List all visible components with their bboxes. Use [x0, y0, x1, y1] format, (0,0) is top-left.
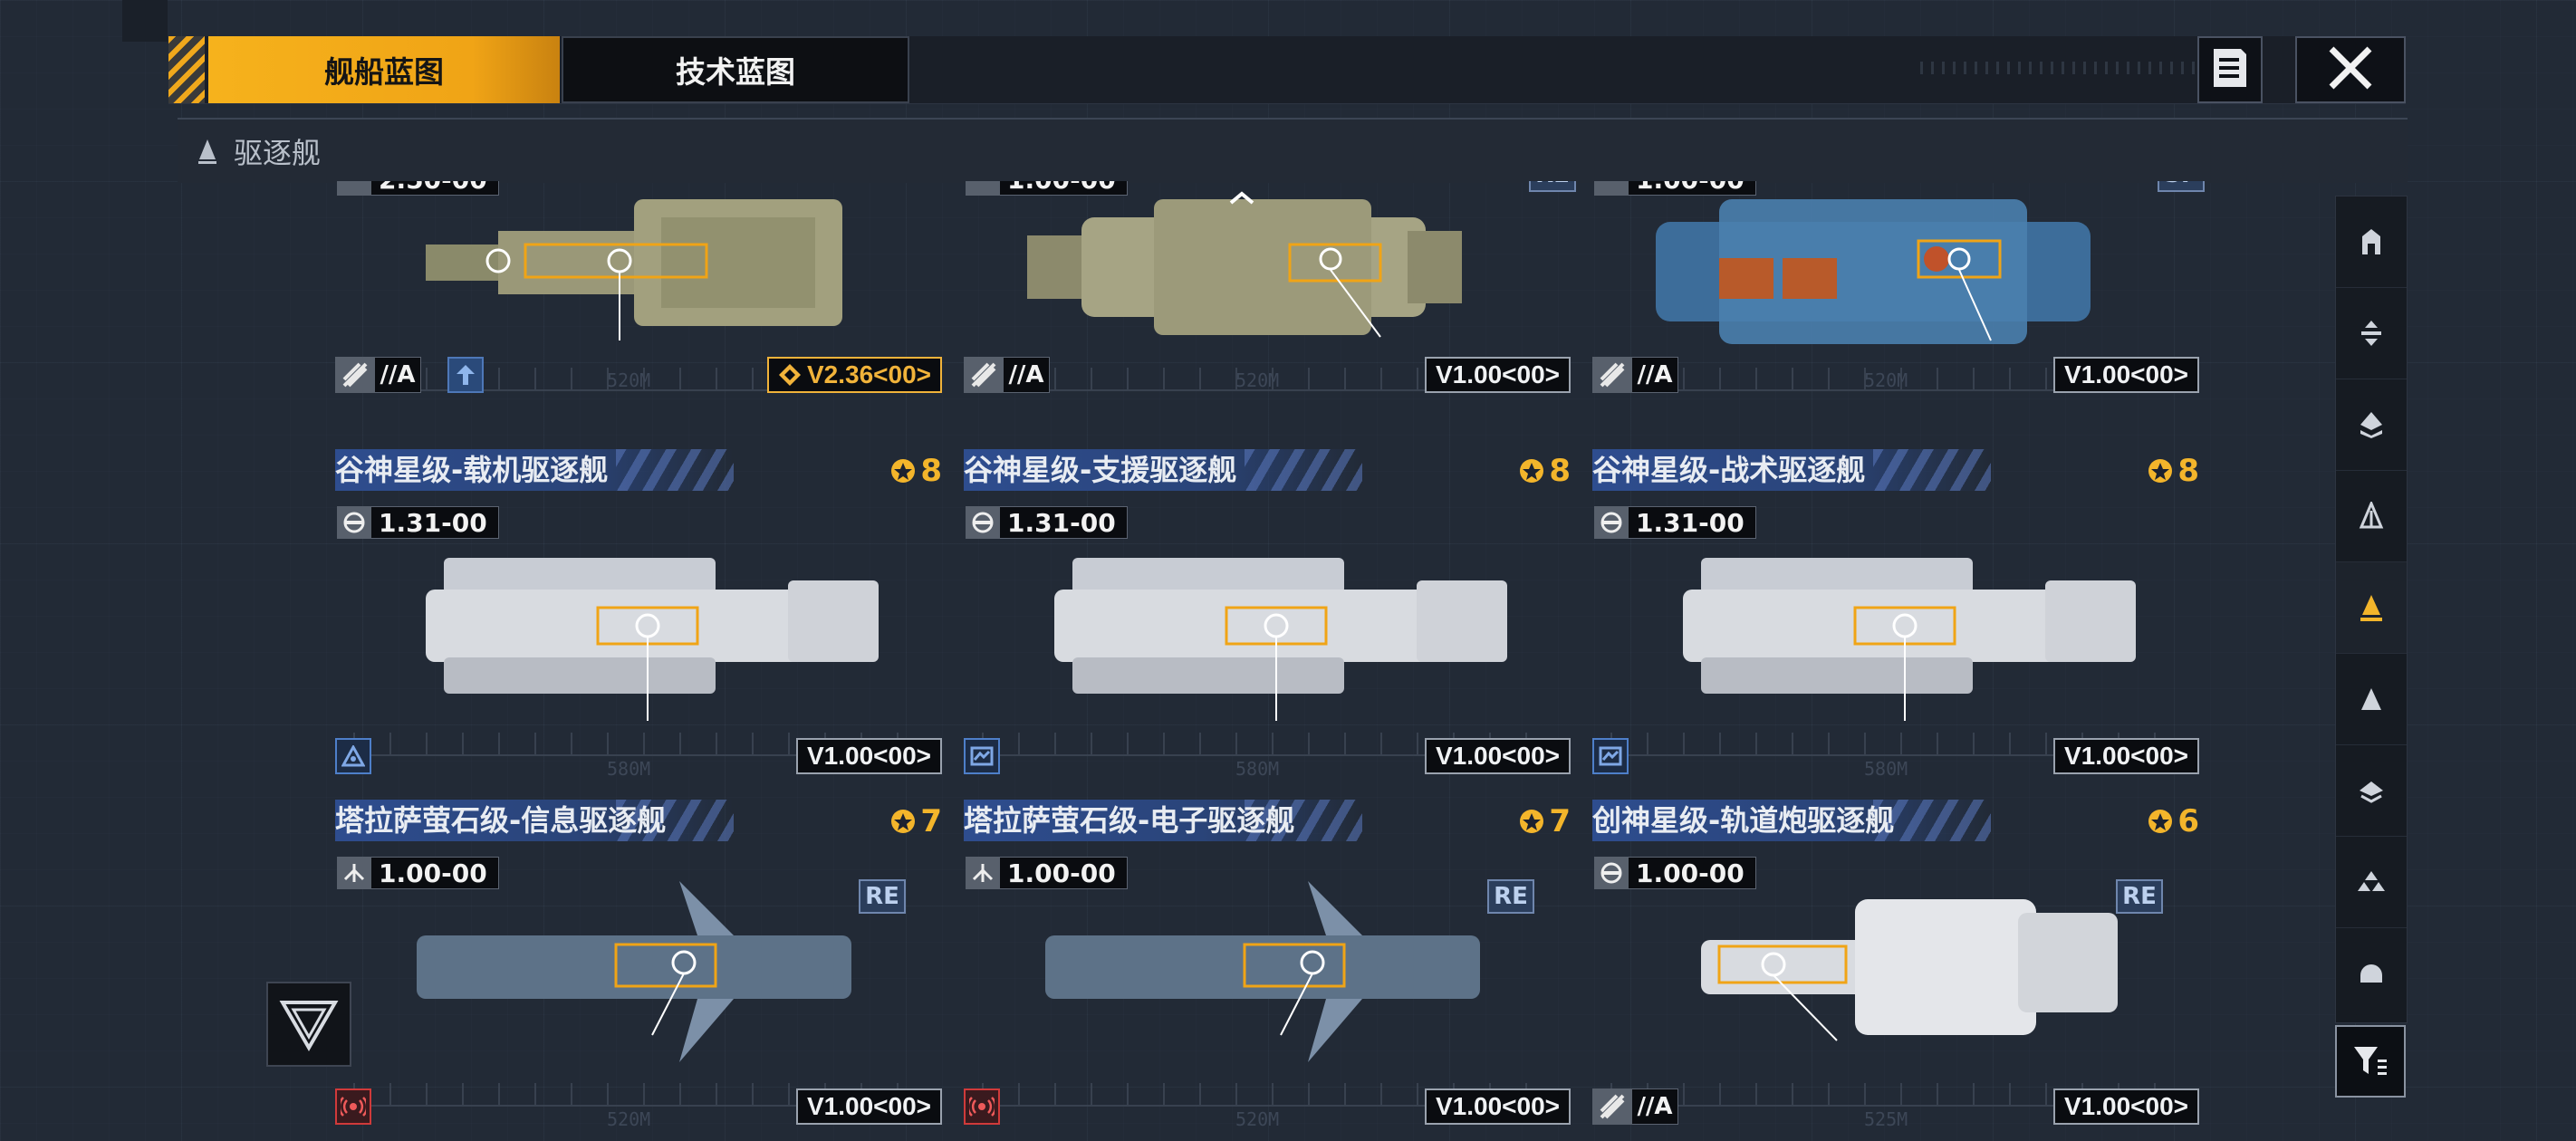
ship-card[interactable]: 1.00-00 SP 520M //A V1.00<00> — [1592, 181, 2208, 417]
cruiser-icon — [2360, 412, 2382, 438]
class-indicator: //A — [335, 357, 421, 393]
version-label: V1.00<00> — [1424, 1088, 1571, 1125]
ship-blueprint-grid: 2.50-00 520M //A V2.36<00> — [178, 181, 2337, 1141]
version-label: V1.00<00> — [2052, 738, 2199, 774]
triangle-emblem-icon — [279, 1001, 339, 1051]
ship-card[interactable]: 谷神星级-载机驱逐舰 8 1.31-00 580M V1.00<00> — [335, 449, 951, 789]
destroyer-class-icon — [194, 138, 221, 165]
star-badge-icon — [1520, 459, 1544, 483]
battleship-icon — [2362, 229, 2380, 254]
upgrade-arrow-icon — [457, 365, 475, 385]
ship-title: 塔拉萨萤石级-信息驱逐舰 — [335, 803, 667, 838]
version-label: V1.00<00> — [795, 738, 942, 774]
section-header: 驱逐舰 — [178, 118, 2408, 183]
filter-dome[interactable] — [2336, 928, 2407, 1019]
ship-card[interactable]: 2.50-00 520M //A V2.36<00> — [335, 181, 951, 417]
class-icon — [1592, 357, 1632, 393]
ship-size-icon — [966, 857, 1000, 889]
group-icon — [2358, 871, 2385, 891]
signal-role-icon — [964, 1088, 1000, 1125]
document-icon — [2210, 45, 2250, 94]
star-badge-icon — [1520, 810, 1544, 833]
class-icon — [964, 357, 1004, 393]
tab-ship-blueprint[interactable]: 舰船蓝图 — [208, 36, 560, 103]
ship-size-icon — [966, 506, 1000, 539]
close-button[interactable] — [2295, 36, 2406, 103]
filter-carrier[interactable] — [2336, 288, 2407, 379]
version-label: V1.00<00> — [1424, 738, 1571, 774]
class-indicator: //A — [964, 357, 1050, 393]
ship-size-icon — [1594, 181, 1629, 196]
class-icon — [335, 357, 375, 393]
carrier-icon — [2361, 321, 2381, 346]
filter-battleship[interactable] — [2336, 197, 2407, 288]
version-label: V1.00<00> — [1424, 357, 1571, 393]
filter-group[interactable] — [2336, 837, 2407, 928]
star-badge-icon — [2148, 810, 2173, 833]
decorative-ticks — [1920, 62, 2210, 74]
ship-card[interactable]: 塔拉萨萤石级-信息驱逐舰 7 1.00-00 RE 520M V1.00<00> — [335, 800, 951, 1139]
floating-menu-button[interactable] — [266, 982, 351, 1067]
version-label: V2.36<00> — [766, 357, 942, 393]
version-label: V1.00<00> — [2052, 357, 2199, 393]
star-rating: 7 — [889, 803, 942, 839]
star-rating: 8 — [1518, 453, 1571, 489]
ship-size-icon — [1594, 506, 1629, 539]
ship-card[interactable]: 谷神星级-支援驱逐舰 8 1.31-00 580M V1.00<00> — [964, 449, 1580, 789]
corvette-icon — [2361, 688, 2381, 710]
ship-size-icon — [966, 181, 1000, 196]
ship-size-icon — [337, 506, 371, 539]
filter-aircraft[interactable] — [2336, 745, 2407, 837]
version-label: V1.00<00> — [795, 1088, 942, 1125]
filter-button[interactable] — [2335, 1025, 2406, 1098]
star-rating: 8 — [889, 453, 942, 489]
ship-card[interactable]: 创神星级-轨道炮驱逐舰 6 1.00-00 RE 525M //A V1.00<… — [1592, 800, 2208, 1139]
re-badge: RE — [1529, 181, 1576, 192]
sp-badge: SP — [2158, 181, 2205, 192]
ship-title: 谷神星级-支援驱逐舰 — [964, 453, 1237, 487]
filter-corvette[interactable] — [2336, 654, 2407, 745]
ship-card[interactable]: 1.00-00 RE 520M //A V1.00<00> — [964, 181, 1580, 417]
support-role-icon — [964, 738, 1000, 774]
star-rating: 7 — [1518, 803, 1571, 839]
ship-size-icon — [1594, 857, 1629, 889]
accent-stripe — [168, 36, 205, 103]
carrier-role-icon — [335, 738, 371, 774]
upgrade-button[interactable] — [447, 357, 484, 393]
star-rating: 8 — [2147, 453, 2199, 489]
version-gem-icon — [778, 364, 801, 386]
ship-card[interactable]: 塔拉萨萤石级-电子驱逐舰 7 1.00-00 RE 520M V1.00<00> — [964, 800, 1580, 1139]
version-label: V1.00<00> — [2052, 1088, 2199, 1125]
star-rating: 6 — [2147, 803, 2199, 839]
class-indicator: //A — [1592, 357, 1678, 393]
ship-title: 塔拉萨萤石级-电子驱逐舰 — [964, 803, 1295, 838]
star-badge-icon — [891, 810, 916, 833]
class-indicator: //A — [1592, 1088, 1678, 1125]
close-icon — [2326, 43, 2375, 96]
filter-cruiser[interactable] — [2336, 379, 2407, 471]
ship-title: 谷神星级-载机驱逐舰 — [335, 453, 609, 487]
destroyer-icon — [2360, 595, 2382, 621]
tactical-role-icon — [1592, 738, 1629, 774]
filter-icon — [2354, 1047, 2387, 1075]
ship-card[interactable]: 谷神星级-战术驱逐舰 8 1.31-00 580M V1.00<00> — [1592, 449, 2208, 789]
signal-role-icon — [335, 1088, 371, 1125]
dome-icon — [2360, 964, 2382, 983]
filter-destroyer[interactable] — [2336, 562, 2407, 654]
frigate-icon — [2359, 502, 2384, 529]
star-badge-icon — [2148, 459, 2173, 483]
star-badge-icon — [891, 459, 916, 483]
aircraft-icon — [2360, 781, 2383, 803]
section-label: 驱逐舰 — [234, 136, 322, 170]
ship-title: 创神星级-轨道炮驱逐舰 — [1592, 803, 1895, 838]
ship-size-icon — [337, 857, 371, 889]
ship-type-filter — [2335, 196, 2408, 1023]
ship-title: 谷神星级-战术驱逐舰 — [1592, 453, 1866, 487]
filter-frigate[interactable] — [2336, 471, 2407, 562]
tab-tech-blueprint[interactable]: 技术蓝图 — [562, 36, 909, 103]
class-icon — [1592, 1088, 1632, 1125]
ship-size-icon — [337, 181, 371, 196]
document-button[interactable] — [2197, 36, 2263, 103]
corner-block — [122, 0, 168, 42]
